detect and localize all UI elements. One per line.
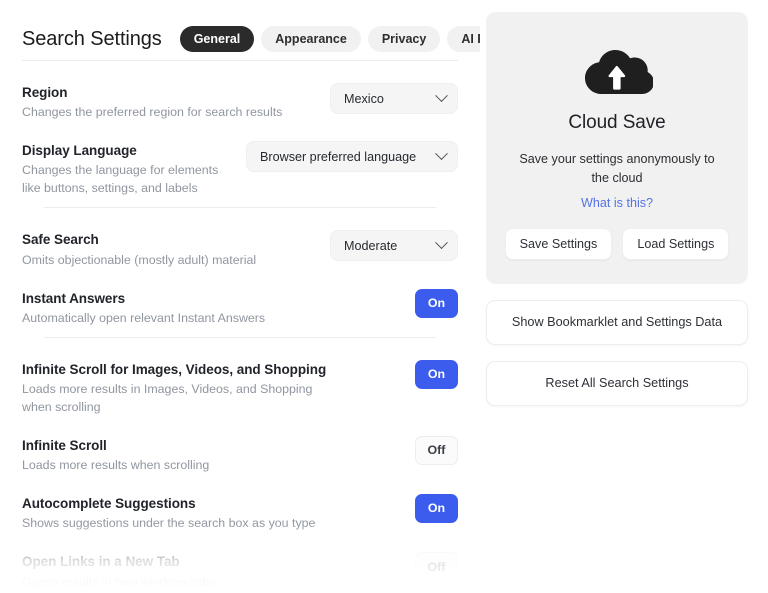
tab-ai-features[interactable]: AI Features (447, 26, 480, 53)
infinite-scroll-media-toggle[interactable]: On (415, 360, 458, 389)
row-control: Moderate (330, 230, 458, 261)
row-control: Off (415, 436, 458, 465)
setting-row-safe-search: Safe Search Omits objectionable (mostly … (22, 220, 458, 278)
row-control: On (415, 289, 458, 318)
setting-title: Region (22, 84, 316, 102)
cloud-save-actions: Save Settings Load Settings (506, 228, 728, 261)
setting-row-infinite-scroll: Infinite Scroll Loads more results when … (22, 426, 458, 484)
instant-answers-toggle[interactable]: On (415, 289, 458, 318)
tab-appearance[interactable]: Appearance (261, 26, 361, 53)
setting-description: Shows suggestions under the search box a… (22, 515, 342, 533)
row-text: Instant Answers Automatically open relev… (22, 289, 401, 328)
row-text: Infinite Scroll for Images, Videos, and … (22, 360, 401, 417)
display-language-select-value: Browser preferred language (260, 150, 416, 164)
infinite-scroll-toggle[interactable]: Off (415, 436, 458, 465)
tab-privacy[interactable]: Privacy (368, 26, 440, 53)
row-text: Autocomplete Suggestions Shows suggestio… (22, 494, 401, 533)
setting-row-display-language: Display Language Changes the language fo… (22, 131, 458, 207)
region-select[interactable]: Mexico (330, 83, 458, 114)
setting-description: Omits objectionable (mostly adult) mater… (22, 252, 316, 270)
setting-title: Infinite Scroll (22, 437, 401, 455)
row-text: Safe Search Omits objectionable (mostly … (22, 230, 316, 269)
cloud-save-description: Save your settings anonymously to the cl… (506, 150, 728, 188)
row-text: Region Changes the preferred region for … (22, 83, 316, 122)
setting-row-instant-answers: Instant Answers Automatically open relev… (22, 279, 458, 337)
setting-title: Open Links in a New Tab (22, 553, 401, 571)
settings-group-region: Region Changes the preferred region for … (22, 61, 458, 207)
setting-description: Loads more results when scrolling (22, 457, 342, 475)
setting-description: Automatically open relevant Instant Answ… (22, 310, 342, 328)
row-text: Infinite Scroll Loads more results when … (22, 436, 401, 475)
setting-row-infinite-scroll-media: Infinite Scroll for Images, Videos, and … (22, 350, 458, 426)
row-text: Open Links in a New Tab Opens results in… (22, 552, 401, 591)
safe-search-select-value: Moderate (344, 239, 397, 253)
cloud-save-title: Cloud Save (506, 112, 728, 134)
settings-group-search: Safe Search Omits objectionable (mostly … (22, 208, 458, 336)
display-language-select[interactable]: Browser preferred language (246, 141, 458, 172)
setting-title: Safe Search (22, 231, 316, 249)
search-settings-page: Search Settings General Appearance Priva… (0, 0, 768, 593)
setting-title: Display Language (22, 142, 232, 160)
row-control: Off (415, 552, 458, 581)
settings-header: Search Settings General Appearance Priva… (0, 0, 480, 60)
reset-all-settings-button[interactable]: Reset All Search Settings (486, 361, 748, 406)
row-control: Mexico (330, 83, 458, 114)
what-is-this-link[interactable]: What is this? (581, 196, 653, 210)
row-control: On (415, 360, 458, 389)
setting-title: Infinite Scroll for Images, Videos, and … (22, 361, 401, 379)
row-control: Browser preferred language (246, 141, 458, 172)
setting-description: Opens results in new windows/tabs (22, 574, 342, 592)
settings-list: Region Changes the preferred region for … (0, 61, 480, 593)
settings-group-results: Infinite Scroll for Images, Videos, and … (22, 338, 458, 593)
setting-row-open-links-new-tab: Open Links in a New Tab Opens results in… (22, 542, 458, 593)
sidebar-column: Cloud Save Save your settings anonymousl… (480, 0, 768, 406)
setting-title: Instant Answers (22, 290, 401, 308)
load-settings-button[interactable]: Load Settings (622, 228, 729, 261)
setting-description: Changes the preferred region for search … (22, 104, 316, 122)
autocomplete-toggle[interactable]: On (415, 494, 458, 523)
save-settings-button[interactable]: Save Settings (505, 228, 613, 261)
show-bookmarklet-button[interactable]: Show Bookmarklet and Settings Data (486, 300, 748, 345)
cloud-save-card: Cloud Save Save your settings anonymousl… (486, 12, 748, 284)
settings-column: Search Settings General Appearance Priva… (0, 0, 480, 593)
setting-row-autocomplete: Autocomplete Suggestions Shows suggestio… (22, 484, 458, 542)
settings-tabs: General Appearance Privacy AI Features (180, 26, 480, 53)
setting-description: Loads more results in Images, Videos, an… (22, 381, 342, 417)
chevron-down-icon (435, 89, 448, 102)
setting-row-region: Region Changes the preferred region for … (22, 73, 458, 131)
page-title: Search Settings (22, 28, 162, 51)
setting-description: Changes the language for elements like b… (22, 162, 232, 198)
open-links-new-tab-toggle[interactable]: Off (415, 552, 458, 581)
safe-search-select[interactable]: Moderate (330, 230, 458, 261)
region-select-value: Mexico (344, 92, 384, 106)
chevron-down-icon (435, 148, 448, 161)
row-control: On (415, 494, 458, 523)
tab-general[interactable]: General (180, 26, 255, 53)
row-text: Display Language Changes the language fo… (22, 141, 232, 198)
chevron-down-icon (435, 237, 448, 250)
setting-title: Autocomplete Suggestions (22, 495, 401, 513)
cloud-upload-icon (581, 44, 653, 96)
